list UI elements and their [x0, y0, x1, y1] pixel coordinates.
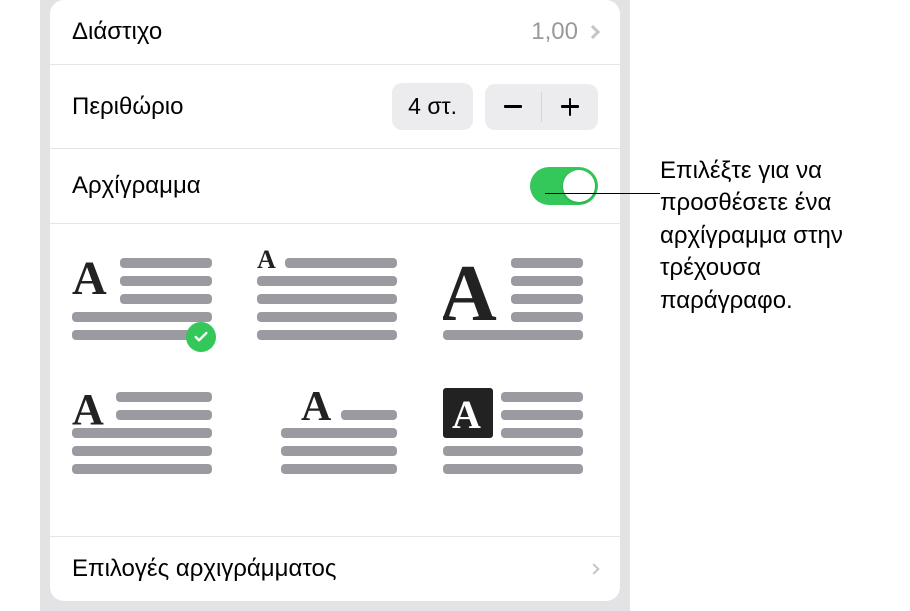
dropcap-options-row[interactable]: Επιλογές αρχιγράμματος	[50, 536, 620, 601]
dropcap-label: Αρχίγραμμα	[72, 172, 201, 200]
dropcap-toggle[interactable]	[530, 167, 598, 205]
callout-text: Επιλέξτε για να προσθέσετε ένα αρχίγραμμ…	[660, 155, 890, 317]
line-spacing-value-wrap: 1,00	[531, 18, 598, 46]
toggle-knob	[563, 170, 595, 202]
margin-label: Περιθώριο	[72, 93, 183, 121]
svg-text:A: A	[443, 250, 497, 338]
panel-shadow-wrap: Διάστιχο 1,00 Περιθώριο 4 στ. Αρ	[40, 0, 630, 611]
dropcap-style-4[interactable]: A	[72, 384, 212, 482]
margin-row: Περιθώριο 4 στ.	[50, 65, 620, 149]
svg-text:A: A	[257, 250, 276, 274]
line-spacing-label: Διάστιχο	[72, 18, 162, 46]
dropcap-style-grid: A A	[50, 224, 620, 492]
dropcap-row: Αρχίγραμμα	[50, 149, 620, 224]
chevron-right-icon	[586, 25, 600, 39]
dropcap-style-3[interactable]: A	[443, 250, 583, 348]
dropcap-style-6[interactable]: A	[443, 384, 583, 482]
margin-increase-button[interactable]	[542, 84, 598, 130]
callout-leader-line	[545, 193, 660, 194]
dropcap-options-label: Επιλογές αρχιγράμματος	[72, 555, 336, 583]
line-spacing-row[interactable]: Διάστιχο 1,00	[50, 0, 620, 65]
dropcap-style-2[interactable]: A	[257, 250, 397, 348]
selected-check-icon	[186, 322, 216, 352]
dropcap-style-5[interactable]: A	[257, 384, 397, 482]
svg-text:A: A	[452, 392, 481, 437]
chevron-right-icon	[588, 563, 599, 574]
margin-decrease-button[interactable]	[485, 84, 541, 130]
svg-text:A: A	[72, 385, 104, 434]
svg-text:A: A	[301, 384, 332, 430]
format-panel: Διάστιχο 1,00 Περιθώριο 4 στ. Αρ	[50, 0, 620, 601]
margin-value: 4 στ.	[408, 93, 457, 119]
dropcap-style-1[interactable]: A	[72, 250, 212, 348]
margin-controls: 4 στ.	[392, 83, 598, 130]
svg-text:A: A	[72, 252, 107, 305]
margin-value-chip[interactable]: 4 στ.	[392, 83, 473, 130]
line-spacing-value: 1,00	[531, 18, 578, 46]
margin-stepper	[485, 84, 598, 130]
